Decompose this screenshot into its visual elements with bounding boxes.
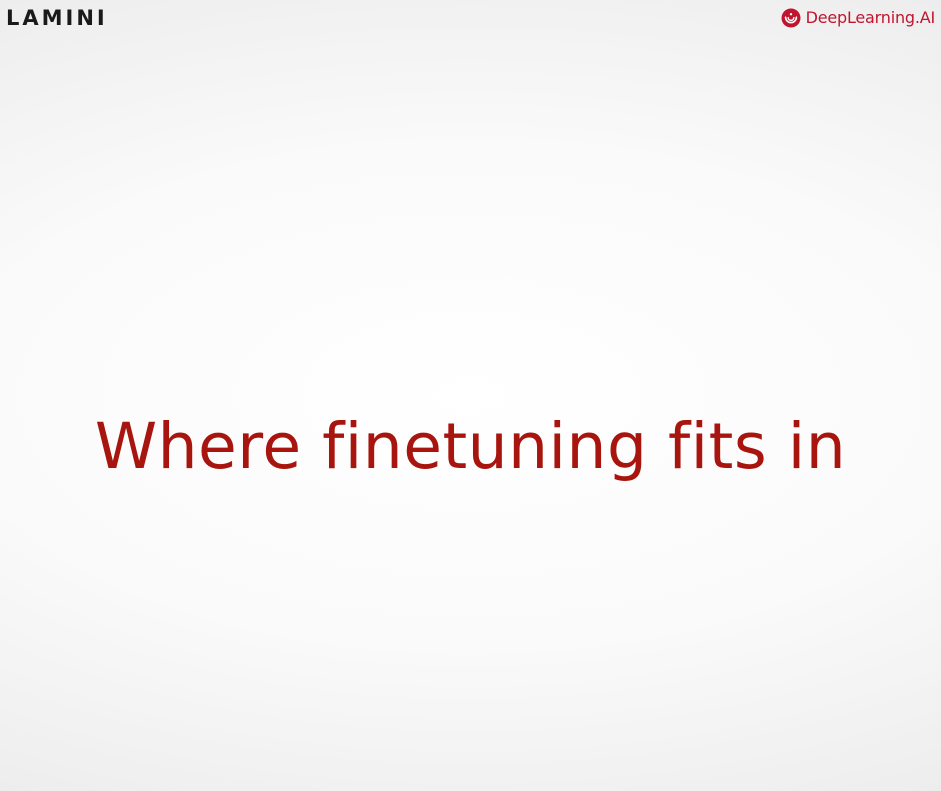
slide-title: Where finetuning fits in [94, 410, 847, 483]
deeplearning-ai-icon [781, 8, 801, 28]
lamini-logo: LAMINI [6, 6, 108, 30]
deeplearning-ai-logo: DeepLearning.AI [781, 5, 935, 31]
slide: LAMINI DeepLearning.AI Where finetuning … [0, 0, 941, 791]
deeplearning-ai-logo-text: DeepLearning.AI [805, 8, 936, 27]
